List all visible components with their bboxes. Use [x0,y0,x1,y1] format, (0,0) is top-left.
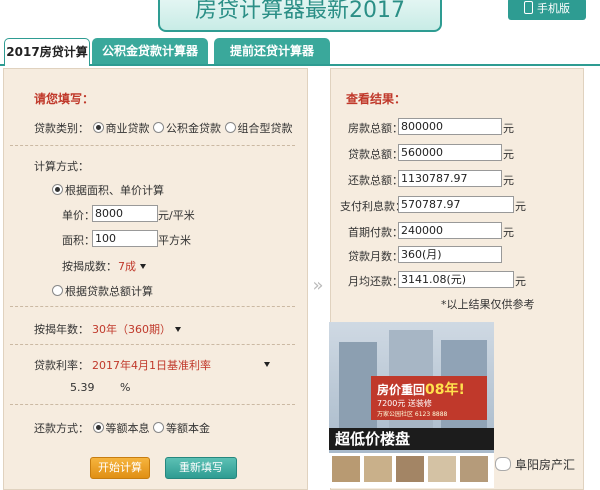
loan-type-provident[interactable]: 公积金贷款 [153,122,221,135]
radio-selected-icon [92,422,104,433]
repay-row: 还款方式： 等额本息 等额本金 [34,420,210,436]
area-input[interactable]: 100 [92,230,158,247]
result-label: 房款总额： [348,122,403,135]
house-total-value: 800000 [398,118,502,135]
result-note: *以上结果仅供参考 [441,298,535,311]
page-title: 房贷计算器最新2017 [158,0,442,32]
calc-method-label: 计算方式： [34,160,89,173]
top-bar: 房贷计算器最新2017 手机版 [0,0,600,38]
input-heading: 请您填写： [34,92,95,106]
property-advertisement[interactable]: 房价重回08年! 7200元 送装修 万家公园社区 6123 8888 超低价楼… [329,322,494,488]
ad-contact: 万家公园社区 6123 8888 [377,411,448,418]
chevron-down-icon [175,327,181,332]
loan-type-row: 贷款类别： 商业贷款 公积金贷款 组合型贷款 [34,120,293,136]
radio-icon [153,422,164,433]
years-label: 按揭年数： [34,323,89,336]
ad-headline: 房价重回08年! [377,382,465,398]
result-unit: 元 [503,148,514,161]
ad-thumbnails [329,453,494,488]
wechat-icon [495,457,511,471]
divider [10,404,295,405]
mobile-version-label: 手机版 [537,2,570,15]
thumbnail-image [460,456,488,482]
rate-label: 贷款利率： [34,359,89,372]
result-label: 月均还款： [348,275,403,288]
result-unit: 元 [503,226,514,239]
years-select[interactable]: 30年（360期） [92,321,181,337]
result-label: 贷款总额： [348,148,403,161]
ad-subline: 7200元 送装修 [377,399,432,408]
ad-sign: 房价重回08年! 7200元 送装修 万家公园社区 6123 8888 [371,376,487,420]
loan-months-value: 360(月) [398,246,502,263]
result-unit: 元 [515,275,526,288]
ratio-label: 按揭成数： [62,260,117,273]
loan-total-value: 560000 [398,144,502,161]
rate-select[interactable]: 2017年4月1日基准利率 [92,357,270,373]
area-unit: 平方米 [158,234,191,247]
phone-icon [524,1,533,14]
mobile-version-button[interactable]: 手机版 [508,0,586,20]
rate-number: 5.39 [70,381,95,394]
thumbnail-image [428,456,456,482]
watermark: 阜阳房产汇 [495,456,595,474]
chevron-down-icon [140,264,146,269]
result-label: 支付利息款： [340,200,406,213]
ratio-select[interactable]: 7成 [118,258,146,274]
tab-mortgage-calculator[interactable]: 2017房贷计算器 [4,38,90,85]
method-by-area-option[interactable]: 根据面积、单价计算 [52,182,164,198]
result-unit: 元 [503,122,514,135]
rate-percent: % [120,381,131,394]
radio-icon [52,285,63,296]
thumbnail-image [332,456,360,482]
thumbnail-image [396,456,424,482]
chevron-down-icon [264,362,270,367]
radio-selected-icon [52,184,63,195]
chevron-right-icon: » [312,275,324,296]
divider [10,145,295,146]
result-unit: 元 [503,174,514,187]
thumbnail-image [364,456,392,482]
unit-price-input[interactable]: 8000 [92,205,158,222]
divider [10,306,295,307]
result-heading: 查看结果： [346,92,407,106]
area-label: 面积： [62,234,95,247]
result-label: 还款总额： [348,174,403,187]
reset-button[interactable]: 重新填写 [165,457,237,479]
result-label: 贷款月数： [348,250,403,263]
result-unit: 元 [515,200,526,213]
loan-type-commercial[interactable]: 商业贷款 [92,122,150,135]
result-label: 首期付款： [348,226,403,239]
repay-equal-principal[interactable]: 等额本金 [153,422,210,435]
tab-provident-fund-calculator[interactable]: 公积金贷款计算器 [92,38,208,64]
repay-equal-installment[interactable]: 等额本息 [92,422,150,435]
monthly-payment-value: 3141.08(元) [398,271,514,288]
tab-prepayment-calculator[interactable]: 提前还贷计算器 [214,38,330,64]
interest-total-value: 570787.97 [398,196,514,213]
loan-type-combined[interactable]: 组合型贷款 [224,122,293,135]
ad-banner-text: 超低价楼盘 [329,428,494,450]
divider [10,344,295,345]
method-by-total-option[interactable]: 根据贷款总额计算 [52,283,153,299]
unit-price-unit: 元/平米 [158,209,195,222]
repay-label: 还款方式： [34,422,89,435]
loan-type-label: 贷款类别： [34,122,89,135]
radio-selected-icon [92,122,104,133]
start-calculation-button[interactable]: 开始计算 [90,457,150,479]
radio-icon [153,122,164,133]
calculator-tabs: 2017房贷计算器 公积金贷款计算器 提前还贷计算器 [0,36,600,85]
radio-icon [224,122,236,133]
down-payment-value: 240000 [398,222,502,239]
unit-price-label: 单价： [62,209,95,222]
repayment-total-value: 1130787.97 [398,170,502,187]
